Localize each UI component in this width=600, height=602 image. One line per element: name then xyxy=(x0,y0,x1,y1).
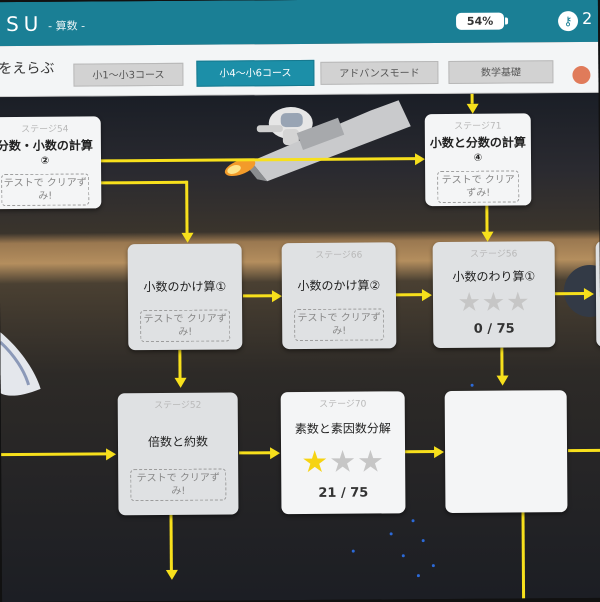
tab-grade-4-6[interactable]: 小4〜小6コース xyxy=(196,59,315,87)
battery-indicator: 54% xyxy=(455,12,505,30)
path-arrow xyxy=(414,153,426,166)
stage-number: ステージ52 xyxy=(154,400,202,412)
path-arrow xyxy=(496,375,509,386)
planet-illustration xyxy=(563,264,600,317)
stage-card-partial[interactable] xyxy=(595,240,600,347)
star-empty-icon: ★ xyxy=(457,287,482,318)
tab-grade-1-3[interactable]: 小1〜小3コース xyxy=(73,62,184,87)
path-line xyxy=(554,292,585,296)
course-tab-bar: をえらぶ 小1〜小3コース 小4〜小6コース アドバンスモード 数学基礎 xyxy=(0,41,599,98)
path-line xyxy=(239,451,272,455)
rocket-illustration xyxy=(224,100,411,182)
path-line xyxy=(485,203,489,234)
star-empty-icon: ★ xyxy=(506,287,531,318)
path-arrow xyxy=(165,569,178,580)
test-cleared-badge: テストで クリアずみ! xyxy=(140,309,231,343)
path-line xyxy=(242,294,273,298)
path-line xyxy=(169,513,173,572)
stage-title: 分数・小数の計算 ② xyxy=(0,138,101,169)
stage-number: ステージ54 xyxy=(21,124,69,135)
stage-card-54[interactable]: ステージ54 分数・小数の計算 ② テストで クリアずみ! xyxy=(0,116,102,210)
path-arrow xyxy=(181,232,194,243)
star-empty-icon: ★ xyxy=(329,444,358,480)
stage-number: ステージ66 xyxy=(315,250,363,261)
stage-title: 小数のかけ算② xyxy=(297,278,381,294)
stage-map[interactable]: ステージ54 分数・小数の計算 ② テストで クリアずみ! ステージ71 小数と… xyxy=(0,92,600,602)
test-cleared-badge: テストで クリアずみ! xyxy=(294,308,385,342)
path-arrow xyxy=(106,448,117,461)
path-arrow xyxy=(466,103,479,114)
path-line xyxy=(185,180,189,235)
test-cleared-badge: テストで クリアずみ! xyxy=(437,170,520,204)
key-icon[interactable]: ⚷ xyxy=(557,11,579,32)
stage-progress: 0 / 75 xyxy=(473,321,515,337)
path-arrow xyxy=(271,290,283,303)
stage-progress: 21 / 75 xyxy=(318,485,369,501)
path-line xyxy=(178,349,182,380)
tab-basic-math[interactable]: 数学基礎 xyxy=(448,60,554,84)
subject-label: - 算数 - xyxy=(48,19,86,33)
stage-subnumber: ④ xyxy=(473,152,483,164)
path-line xyxy=(521,511,526,599)
brand-logo: SU xyxy=(5,11,44,37)
path-line xyxy=(395,293,422,297)
stage-number: ステージ70 xyxy=(319,399,367,410)
stage-subnumber: ② xyxy=(40,155,50,167)
test-cleared-badge: テストで クリアずみ! xyxy=(1,173,90,207)
user-count: 2 xyxy=(581,8,593,29)
app-header: SU - 算数 - 54% ⚷ 2 xyxy=(0,0,599,47)
star-empty-icon: ★ xyxy=(356,444,386,480)
star-rating: ★★★ xyxy=(281,444,405,480)
stage-card-66[interactable]: ステージ66 小数のかけ算② テストで クリアずみ! xyxy=(281,242,397,350)
screen: SU - 算数 - 54% ⚷ 2 をえらぶ 小1〜小3コース 小4〜小6コース… xyxy=(0,0,600,602)
stage-card-empty[interactable] xyxy=(444,390,568,513)
tab-advance-mode[interactable]: アドバンスモード xyxy=(320,61,439,85)
stage-number: ステージ56 xyxy=(470,249,518,260)
star-empty-icon: ★ xyxy=(481,287,507,318)
stage-title: 倍数と約数 xyxy=(147,434,209,450)
path-line xyxy=(405,450,436,454)
stage-title: 小数のかけ算① xyxy=(143,279,227,295)
path-arrow xyxy=(481,231,494,242)
stage-card-70[interactable]: ステージ70 素数と素因数分解 ★★★ 21 / 75 xyxy=(280,391,406,515)
stage-title: 素数と素因数分解 xyxy=(294,421,391,437)
star-rating: ★★★ xyxy=(433,287,555,318)
test-cleared-badge: テストで クリアずみ! xyxy=(130,468,227,502)
stage-title: 小数と分数の計算 ④ xyxy=(425,135,531,166)
path-arrow xyxy=(174,377,187,388)
stage-card-52[interactable]: ステージ52 倍数と約数 テストで クリアずみ! xyxy=(117,392,239,516)
path-arrow xyxy=(270,447,281,460)
path-line xyxy=(568,448,600,453)
path-line xyxy=(500,347,504,378)
path-arrow xyxy=(583,287,595,301)
stage-title: 小数のわり算① xyxy=(452,269,536,284)
path-line xyxy=(99,180,188,185)
spaceship-illustration xyxy=(0,332,41,396)
stage-card-decimal-divide-1[interactable]: ステージ56 小数のわり算① ★★★ 0 / 75 xyxy=(432,241,556,349)
path-arrow xyxy=(421,289,433,302)
course-select-title: をえらぶ xyxy=(0,60,55,78)
path-arrow xyxy=(434,445,445,459)
stage-card-71[interactable]: ステージ71 小数と分数の計算 ④ テストで クリアずみ! xyxy=(424,113,532,207)
path-line xyxy=(470,93,474,104)
scroll-top-icon[interactable] xyxy=(572,65,591,85)
star-filled-icon: ★ xyxy=(301,444,330,480)
stage-card-decimal-multiply-1[interactable]: 小数のかけ算① テストで クリアずみ! xyxy=(127,243,243,351)
stage-number: ステージ71 xyxy=(454,121,502,132)
